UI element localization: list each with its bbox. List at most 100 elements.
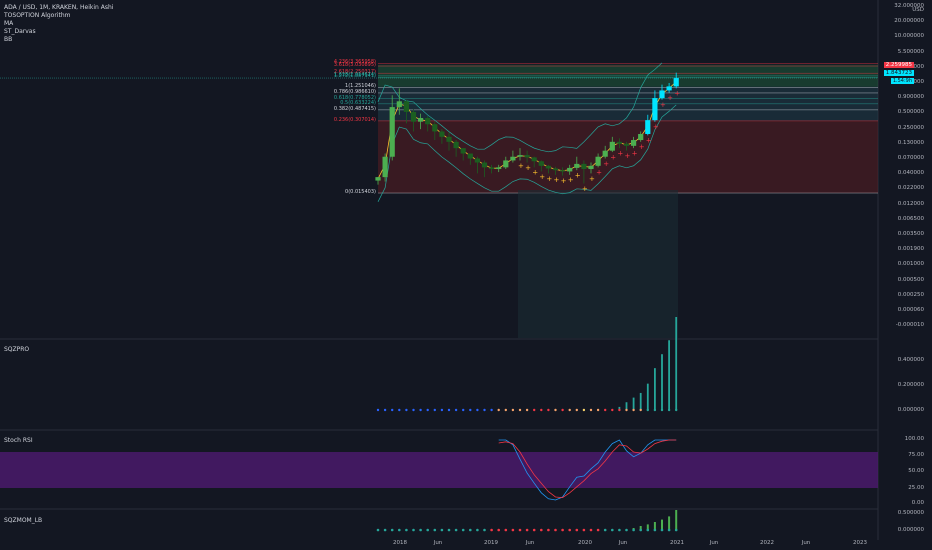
candle-body <box>560 170 566 172</box>
candle-body <box>623 143 630 146</box>
indicator-label-tosoption[interactable]: TOSOPTION Algorithm <box>4 12 70 20</box>
candle-body <box>645 120 651 134</box>
sqzpro-dot <box>376 408 380 412</box>
sqzmom-dot <box>532 528 536 532</box>
candle-body <box>659 90 665 99</box>
sqzmom-dot <box>469 528 472 532</box>
sqzmom-dot <box>575 528 579 532</box>
supertrend-marker: + <box>575 172 581 180</box>
pane-label-sqzpro[interactable]: SQZPRO <box>4 346 29 353</box>
sqzmom-dot <box>632 528 635 532</box>
sqzpro-dot <box>440 408 444 412</box>
stoch-axis-tick: 100.00 <box>904 436 924 442</box>
price-axis-tick: -0.000010 <box>895 322 924 329</box>
indicator-label-st-darvas[interactable]: ST_Darvas <box>4 28 36 36</box>
sqzmom-bar <box>661 519 663 530</box>
candle-body <box>453 141 459 149</box>
candle-body <box>418 117 424 122</box>
candle-body <box>375 177 381 181</box>
sqzmom-dot <box>646 528 650 532</box>
stoch-axis-tick: 75.00 <box>908 452 924 458</box>
supertrend-marker: + <box>561 177 567 185</box>
sqzmom-dot <box>461 528 465 532</box>
sqzpro-axis-tick: 0.200000 <box>897 382 924 388</box>
sqzpro-dot <box>511 408 515 412</box>
time-axis-tick: 2022 <box>760 540 774 546</box>
sqzmom-dot <box>412 528 415 532</box>
supertrend-marker: + <box>603 160 609 168</box>
sqzmom-dot <box>483 528 486 532</box>
sqzpro-dot <box>632 408 635 412</box>
indicator-label-ma[interactable]: MA <box>4 20 13 28</box>
sqzpro-dot <box>611 408 614 412</box>
sqzpro-bar <box>675 317 678 410</box>
sqzpro-dot <box>383 408 387 412</box>
stoch-axis-tick: 25.00 <box>908 485 924 491</box>
sqzpro-dot <box>476 408 479 412</box>
indicator-label-bb[interactable]: BB <box>4 36 12 44</box>
supertrend-marker: + <box>660 101 666 109</box>
price-axis-tick: 0.001900 <box>897 246 924 253</box>
price-axis-tick: 32.000000 <box>894 3 924 9</box>
sqzpro-bar <box>661 354 663 410</box>
chart-canvas[interactable]: + +++ + + + +++++++ + + +++++++ <box>0 0 932 550</box>
sqzpro-bar <box>632 397 635 410</box>
candle-body <box>552 168 559 171</box>
candle-body <box>588 165 594 170</box>
sqzmom-dot <box>497 528 501 532</box>
candle-body <box>666 86 672 91</box>
pane-label-stoch-rsi[interactable]: Stoch RSI <box>4 437 33 444</box>
fib-level-label: 3.618(3.030895) <box>333 62 376 69</box>
sqzmom-dot <box>454 528 458 532</box>
sqzmom-dot <box>667 528 671 532</box>
candle-body <box>467 153 473 159</box>
sqzpro-bar <box>668 340 670 410</box>
time-axis-tick: Jun <box>709 540 719 546</box>
fib-level-label: 1.272(1.887141) <box>333 73 376 80</box>
time-axis-tick: 2021 <box>670 540 684 546</box>
price-axis-tick: 0.000500 <box>897 276 924 283</box>
supertrend-marker: + <box>625 152 631 160</box>
shaded-region <box>518 190 678 338</box>
supertrend-marker: + <box>546 175 552 183</box>
fib-level-label: 0.236(0.307014) <box>333 116 376 123</box>
sqzpro-bar <box>639 392 642 410</box>
fib-level-label: 0.382(0.487415) <box>333 105 376 112</box>
time-axis-tick: 2018 <box>393 540 407 546</box>
sqzpro-dot <box>653 408 657 412</box>
candle-body <box>574 163 580 168</box>
sqzpro-dot <box>547 408 550 412</box>
sqzmom-dot <box>419 528 422 532</box>
supertrend-marker: + <box>610 153 616 161</box>
candle-body <box>489 167 495 170</box>
pane-label-sqzmom[interactable]: SQZMOM_LB <box>4 517 42 524</box>
candle-body <box>503 160 509 168</box>
price-axis-tick: 20.000000 <box>894 18 924 25</box>
sqzpro-dot <box>447 408 451 412</box>
time-axis-tick: Jun <box>801 540 811 546</box>
sqzpro-dot <box>497 408 500 412</box>
candle-body <box>460 148 466 154</box>
sqzpro-dot <box>483 408 486 412</box>
supertrend-marker: + <box>582 185 588 193</box>
sqzpro-dot <box>554 408 557 412</box>
sqzmom-dot <box>525 528 529 532</box>
sqzmom-dot <box>611 528 614 532</box>
price-axis-tick: 0.250000 <box>897 124 924 131</box>
price-axis-tick: 0.900000 <box>897 94 924 101</box>
sqzpro-axis-tick: 0.400000 <box>897 357 924 363</box>
sqzmom-dot <box>554 528 557 532</box>
sqzpro-dot <box>604 408 607 412</box>
sqzpro-dot <box>398 408 401 412</box>
sqzpro-dot <box>454 408 458 412</box>
sqzmom-dot <box>618 528 621 532</box>
time-axis-tick: Jun <box>433 540 443 546</box>
sqzpro-dot <box>412 408 415 412</box>
price-axis-tick: 0.001000 <box>897 261 924 268</box>
supertrend-marker: + <box>568 176 574 184</box>
time-axis-tick: Jun <box>525 540 535 546</box>
sqzpro-axis-tick: 0.000000 <box>897 407 924 413</box>
sqzmom-dot <box>589 528 593 532</box>
candle-body <box>403 101 409 112</box>
candle-body <box>602 150 608 157</box>
